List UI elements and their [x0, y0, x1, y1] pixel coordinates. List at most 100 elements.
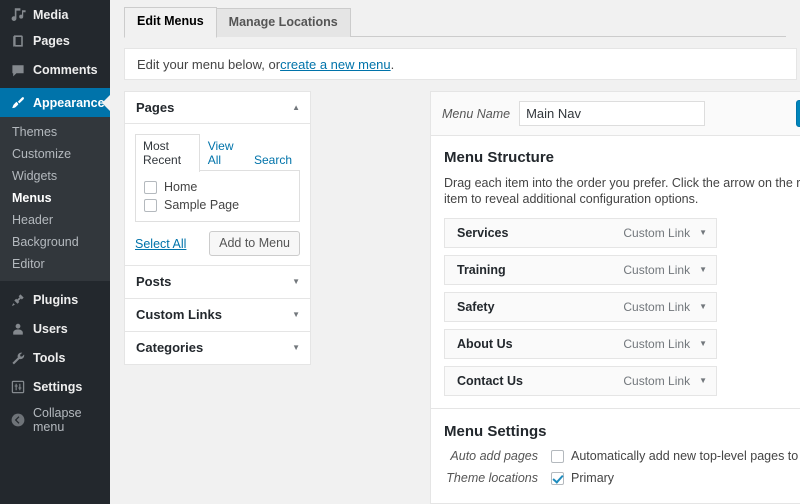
chevron-down-icon[interactable]: ▼ [699, 229, 707, 237]
accordion-header-pages[interactable]: Pages ▲ [125, 92, 310, 124]
menu-item-type: Custom Link [623, 374, 691, 388]
accordion-panel-posts: Posts ▼ [124, 265, 311, 299]
theme-locations-control[interactable]: Primary [551, 471, 614, 485]
menu-item-title: Contact Us [457, 374, 523, 388]
checkbox-auto-add-pages[interactable] [551, 449, 564, 463]
pages-tab-most-recent[interactable]: Most Recent [135, 134, 200, 172]
table-row[interactable]: Contact Us Custom Link ▼ [444, 366, 717, 396]
sidebar-item-appearance[interactable]: Appearance [0, 88, 110, 117]
checkbox-primary-location[interactable] [551, 471, 564, 485]
media-icon [9, 4, 27, 22]
auto-add-pages-control[interactable]: Automatically add new top-level pages to… [551, 449, 800, 463]
sidebar-item-label: Users [33, 321, 68, 336]
tools-wrench-icon [9, 349, 27, 367]
appearance-brush-icon [9, 94, 27, 112]
menu-item-type: Custom Link [623, 226, 691, 240]
sidebar-item-pages[interactable]: Pages [0, 26, 110, 55]
checkbox-home[interactable] [144, 180, 157, 194]
menu-settings-title: Menu Settings [444, 423, 547, 440]
accordion-title: Pages [136, 100, 175, 115]
menu-name-input[interactable] [519, 101, 706, 126]
pages-icon [9, 32, 27, 50]
add-to-menu-button[interactable]: Add to Menu [209, 231, 300, 256]
sidebar-item-comments[interactable]: Comments [0, 55, 110, 84]
accordion-header-posts[interactable]: Posts ▼ [125, 266, 310, 298]
sidebar-subitem-customize[interactable]: Customize [0, 143, 110, 165]
tab-manage-locations[interactable]: Manage Locations [215, 8, 351, 37]
admin-content: Edit Menus Manage Locations Edit your me… [110, 0, 800, 504]
theme-locations-label: Theme locations [446, 471, 538, 485]
chevron-down-icon[interactable]: ▼ [292, 277, 300, 286]
collapse-menu-label: Collapse menu [33, 405, 82, 434]
theme-locations-row: Theme locations Primary [444, 471, 800, 485]
sidebar-item-users[interactable]: Users [0, 314, 110, 343]
notice-text-after: . [390, 56, 395, 72]
sidebar-subitem-themes[interactable]: Themes [0, 121, 110, 143]
accordion-header-custom-links[interactable]: Custom Links ▼ [125, 299, 310, 331]
create-new-menu-link[interactable]: create a new menu [280, 57, 391, 72]
appearance-submenu: Themes Customize Widgets Menus Header Ba… [0, 117, 110, 281]
menu-item-type: Custom Link [623, 337, 691, 351]
plugins-plug-icon [9, 291, 27, 309]
edit-menu-notice: Edit your menu below, or create a new me… [124, 48, 797, 80]
menu-item-type: Custom Link [623, 300, 691, 314]
chevron-down-icon[interactable]: ▼ [699, 377, 707, 385]
select-all-link[interactable]: Select All [135, 237, 186, 251]
wordpress-admin-screen: Media Pages Comments Appearance Themes C… [0, 0, 800, 504]
list-item[interactable]: Home [144, 180, 291, 194]
menu-name-bar: Menu Name Save Menu [431, 92, 800, 136]
table-row[interactable]: Services Custom Link ▼ [444, 218, 717, 248]
users-icon [9, 320, 27, 338]
sidebar-subitem-editor[interactable]: Editor [0, 253, 110, 275]
sidebar-item-tools[interactable]: Tools [0, 343, 110, 372]
theme-locations-text: Primary [571, 471, 615, 485]
add-menu-items-accordion: Pages ▲ Most Recent View All Search Home [124, 91, 311, 365]
menu-settings-section: Menu Settings Auto add pages Automatical… [431, 408, 800, 503]
collapse-arrow-icon [9, 411, 27, 429]
sidebar-item-media[interactable]: Media [0, 0, 110, 26]
list-item[interactable]: Sample Page [144, 198, 291, 212]
accordion-panel-categories: Categories ▼ [124, 331, 311, 365]
sidebar-subitem-widgets[interactable]: Widgets [0, 165, 110, 187]
accordion-panel-custom-links: Custom Links ▼ [124, 298, 311, 332]
table-row[interactable]: Safety Custom Link ▼ [444, 292, 717, 322]
chevron-up-icon[interactable]: ▲ [292, 103, 300, 112]
table-row[interactable]: About Us Custom Link ▼ [444, 329, 717, 359]
table-row[interactable]: Training Custom Link ▼ [444, 255, 717, 285]
sidebar-item-plugins[interactable]: Plugins [0, 285, 110, 314]
sidebar-item-label: Appearance [33, 95, 105, 110]
pages-inner-tabs: Most Recent View All Search [135, 134, 300, 172]
tab-edit-menus[interactable]: Edit Menus [124, 7, 217, 38]
accordion-header-categories[interactable]: Categories ▼ [125, 332, 310, 364]
pages-tab-view-all[interactable]: View All [200, 134, 246, 171]
collapse-menu-button[interactable]: Collapse menu [0, 405, 110, 434]
chevron-down-icon[interactable]: ▼ [292, 343, 300, 352]
save-menu-button-top[interactable]: Save Menu [795, 100, 800, 127]
chevron-down-icon[interactable]: ▼ [699, 303, 707, 311]
menu-item-title: Services [457, 226, 509, 240]
menu-item-title: About Us [457, 337, 513, 351]
menu-item-type: Custom Link [623, 263, 691, 277]
chevron-down-icon[interactable]: ▼ [292, 310, 300, 319]
comments-icon [9, 61, 27, 79]
sidebar-item-settings[interactable]: Settings [0, 372, 110, 401]
pages-tab-search[interactable]: Search [246, 148, 300, 171]
auto-add-pages-text: Automatically add new top-level pages to… [571, 449, 800, 463]
accordion-panel-pages: Pages ▲ Most Recent View All Search Home [124, 91, 311, 266]
sidebar-subitem-header[interactable]: Header [0, 209, 110, 231]
menu-management-panel: Menu Name Save Menu Menu Structure Drag … [430, 91, 800, 504]
menu-name-label: Menu Name [442, 106, 511, 121]
pages-checkbox-list: Home Sample Page [135, 170, 300, 222]
accordion-title: Posts [136, 274, 172, 289]
sidebar-item-label: Tools [33, 350, 66, 365]
sidebar-subitem-background[interactable]: Background [0, 231, 110, 253]
list-item-label: Sample Page [164, 198, 240, 212]
chevron-down-icon[interactable]: ▼ [699, 340, 707, 348]
sidebar-item-label: Plugins [33, 292, 79, 307]
sidebar-subitem-menus[interactable]: Menus [0, 187, 110, 209]
sidebar-item-label: Comments [33, 62, 98, 77]
chevron-down-icon[interactable]: ▼ [699, 266, 707, 274]
sidebar-item-label: Settings [33, 379, 83, 394]
menu-structure-help: Drag each item into the order you prefer… [444, 176, 800, 206]
checkbox-sample-page[interactable] [144, 198, 157, 212]
